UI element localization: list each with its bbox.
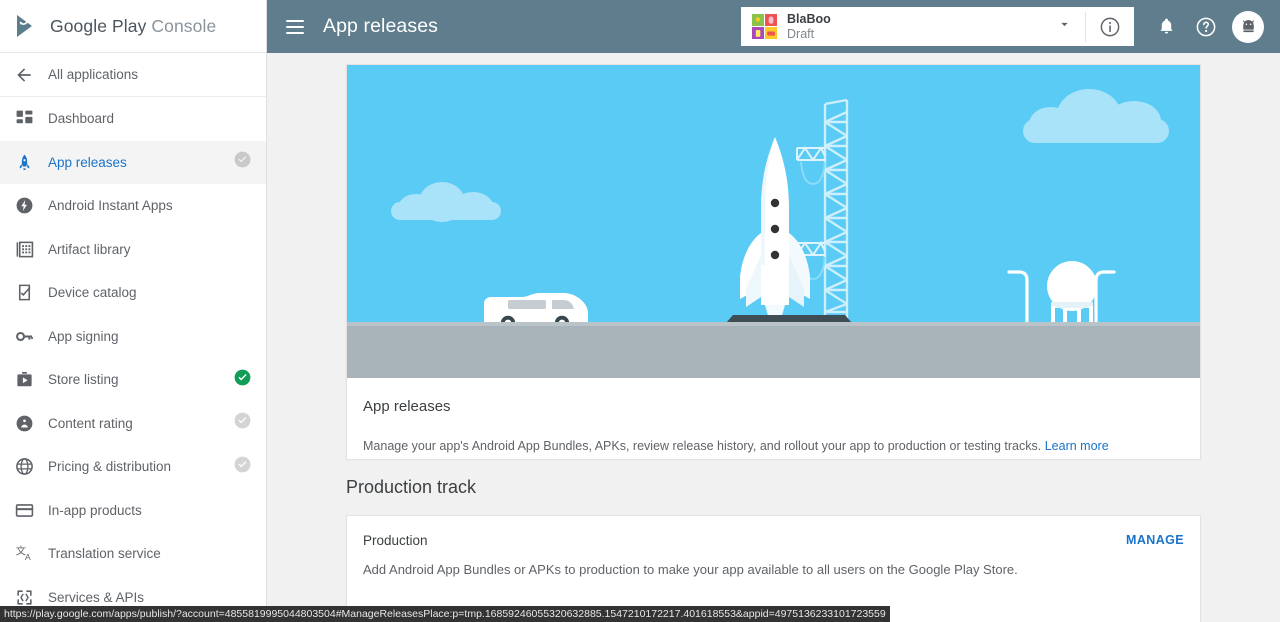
- sidebar-item-label: Services & APIs: [48, 589, 145, 605]
- app-root: Google Play Console All applications Das…: [0, 0, 1280, 622]
- hero-description: Manage your app's Android App Bundles, A…: [363, 437, 1184, 456]
- sidebar-item-label: Content rating: [48, 415, 133, 431]
- device-catalog-icon: [0, 283, 48, 302]
- section-title-production-track: Production track: [346, 477, 477, 497]
- instant-apps-icon: [0, 196, 48, 215]
- sidebar-item-content-rating[interactable]: Content rating: [0, 402, 266, 446]
- sidebar-item-label: App signing: [48, 328, 119, 344]
- artifact-library-icon: [0, 240, 48, 259]
- app-header: App releases BlaBoo Draft: [267, 0, 1280, 53]
- sidebar-item-all-applications[interactable]: All applications: [0, 53, 266, 97]
- status-badge-pending: [233, 150, 252, 174]
- card-icon: [0, 501, 48, 520]
- ground: [347, 322, 1200, 378]
- help-icon[interactable]: [1186, 0, 1226, 53]
- sidebar-item-store-listing[interactable]: Store listing: [0, 358, 266, 402]
- app-selector-texts: BlaBoo Draft: [787, 12, 831, 42]
- hamburger-menu-icon[interactable]: [267, 19, 323, 34]
- sidebar-item-app-releases[interactable]: App releases: [0, 140, 266, 184]
- sidebar-item-label: App releases: [48, 154, 127, 170]
- svg-text:A: A: [24, 552, 30, 562]
- brand-header[interactable]: Google Play Console: [0, 0, 266, 53]
- sidebar: Google Play Console All applications Das…: [0, 0, 267, 622]
- sidebar-item-in-app-products[interactable]: In-app products: [0, 489, 266, 533]
- sidebar-item-pricing-distribution[interactable]: Pricing & distribution: [0, 445, 266, 489]
- cloud-right: [1023, 87, 1169, 143]
- production-description: Add Android App Bundles or APKs to produ…: [363, 562, 1018, 577]
- sidebar-item-label: Store listing: [48, 372, 119, 388]
- sidebar-item-label: Dashboard: [48, 111, 115, 127]
- translate-icon: 文 A: [0, 544, 48, 563]
- android-avatar-icon[interactable]: [1232, 10, 1264, 43]
- rocket: [740, 137, 810, 319]
- brand-suffix: Console: [151, 15, 217, 36]
- sidebar-item-label: Android Instant Apps: [48, 198, 173, 214]
- brand-title: Google Play Console: [50, 16, 216, 37]
- sidebar-item-label: All applications: [48, 67, 139, 82]
- dashboard-icon: [0, 109, 48, 128]
- learn-more-link[interactable]: Learn more: [1045, 439, 1109, 453]
- production-title: Production: [363, 533, 428, 548]
- store-listing-icon: [0, 370, 48, 389]
- app-status: Draft: [787, 26, 815, 41]
- app-releases-info-card: App releases Manage your app's Android A…: [346, 64, 1201, 459]
- globe-icon: [0, 457, 48, 476]
- app-selector[interactable]: BlaBoo Draft: [741, 7, 1134, 46]
- main-content: App releases Manage your app's Android A…: [267, 53, 1280, 622]
- chevron-down-icon[interactable]: [1058, 18, 1071, 36]
- services-apis-icon: [0, 588, 48, 607]
- rocket-icon: [0, 153, 48, 172]
- content-rating-icon: [0, 414, 48, 433]
- browser-status-bar-url: https://play.google.com/apps/publish/?ac…: [0, 606, 890, 622]
- sidebar-item-device-catalog[interactable]: Device catalog: [0, 271, 266, 315]
- hero-title: App releases: [363, 398, 451, 415]
- sidebar-item-app-signing[interactable]: App signing: [0, 315, 266, 359]
- arrow-back-icon: [0, 65, 48, 85]
- google-play-logo: [14, 13, 40, 39]
- sidebar-item-android-instant-apps[interactable]: Android Instant Apps: [0, 184, 266, 228]
- hero-description-text: Manage your app's Android App Bundles, A…: [363, 439, 1042, 453]
- hero-card-body: App releases Manage your app's Android A…: [347, 378, 1200, 456]
- street-lamp-right: [1094, 270, 1116, 323]
- sidebar-item-translation-service[interactable]: 文 A Translation service: [0, 532, 266, 576]
- sidebar-item-label: Device catalog: [48, 285, 137, 301]
- header-actions: [1146, 0, 1280, 53]
- key-icon: [0, 327, 48, 346]
- sidebar-item-label: Artifact library: [48, 241, 131, 257]
- sidebar-item-dashboard[interactable]: Dashboard: [0, 97, 266, 141]
- sidebar-item-artifact-library[interactable]: Artifact library: [0, 228, 266, 272]
- app-name: BlaBoo: [787, 11, 831, 26]
- info-icon[interactable]: [1086, 16, 1134, 38]
- cloud-left: [391, 180, 501, 222]
- sidebar-item-label: Pricing & distribution: [48, 459, 172, 475]
- status-badge-pending: [233, 411, 252, 435]
- sidebar-item-label: In-app products: [48, 502, 142, 518]
- production-card-header: Production MANAGE: [347, 516, 1200, 548]
- status-badge-complete: [233, 368, 252, 392]
- brand-name: Google Play: [50, 15, 147, 36]
- page-title: App releases: [323, 15, 439, 37]
- status-badge-pending: [233, 455, 252, 479]
- bell-icon[interactable]: [1146, 0, 1186, 53]
- street-lamp-left: [1007, 270, 1029, 323]
- rocket-launch-pad-illustration: [347, 65, 1200, 378]
- blaboo-app-icon: [752, 14, 777, 39]
- sidebar-item-label: Translation service: [48, 546, 161, 562]
- manage-button[interactable]: MANAGE: [1126, 533, 1184, 547]
